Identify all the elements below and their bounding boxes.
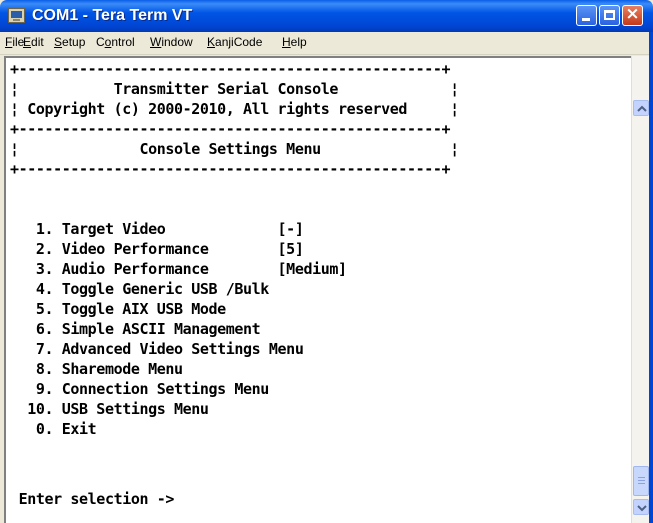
menu-kanjicode[interactable]: KanjiCode <box>207 35 262 49</box>
menu-control[interactable]: Control <box>96 35 135 49</box>
menu-option-target-video: 1. Target Video [-] <box>10 220 304 238</box>
maximize-button[interactable] <box>599 5 620 26</box>
menu-option-usb-settings: 10. USB Settings Menu <box>10 400 209 418</box>
maximize-icon <box>604 10 615 20</box>
menu-file[interactable]: File <box>5 35 24 49</box>
menu-option-exit: 0. Exit <box>10 420 97 438</box>
console-menu-title: ¦ Console Settings Menu ¦ <box>10 140 459 158</box>
menu-bar: File Edit Setup Control Window KanjiCode… <box>0 32 653 55</box>
menu-option-sharemode: 8. Sharemode Menu <box>10 360 183 378</box>
terminal-app-icon[interactable] <box>8 8 25 23</box>
thumb-grip-line <box>638 480 645 481</box>
menu-setup[interactable]: Setup <box>54 35 85 49</box>
console-title: ¦ Transmitter Serial Console ¦ <box>10 80 459 98</box>
menu-option-video-performance: 2. Video Performance [5] <box>10 240 304 258</box>
console-copyright: ¦ Copyright (c) 2000-2010, All rights re… <box>10 100 459 118</box>
scroll-down-button[interactable] <box>633 499 649 515</box>
vertical-scrollbar[interactable] <box>631 56 649 523</box>
window-frame-edge <box>649 32 653 523</box>
selection-prompt: Enter selection -> <box>10 490 175 508</box>
scroll-up-arrow-icon <box>637 105 647 112</box>
menu-option-ascii-management: 6. Simple ASCII Management <box>10 320 261 338</box>
menu-option-audio-performance: 3. Audio Performance [Medium] <box>10 260 347 278</box>
menu-option-toggle-aix-usb: 5. Toggle AIX USB Mode <box>10 300 226 318</box>
scrollbar-thumb[interactable] <box>633 466 649 496</box>
minimize-button[interactable] <box>576 5 597 26</box>
thumb-grip-line <box>638 483 645 484</box>
menu-option-toggle-usb-bulk: 4. Toggle Generic USB /Bulk <box>10 280 269 298</box>
scroll-down-arrow-icon <box>637 505 647 512</box>
teraterm-window: COM1 - Tera Term VT × File Edit Setup Co… <box>0 0 653 523</box>
minimize-icon <box>582 18 590 21</box>
window-title: COM1 - Tera Term VT <box>32 7 193 24</box>
menu-edit[interactable]: Edit <box>23 35 44 49</box>
close-button[interactable]: × <box>622 5 643 26</box>
console-border-bottom: +---------------------------------------… <box>10 160 451 178</box>
menu-option-connection-settings: 9. Connection Settings Menu <box>10 380 269 398</box>
close-icon: × <box>625 4 640 24</box>
terminal-screen[interactable]: +---------------------------------------… <box>4 56 631 523</box>
scroll-up-button[interactable] <box>633 100 649 116</box>
console-border-top: +---------------------------------------… <box>10 60 451 78</box>
menu-window[interactable]: Window <box>150 35 193 49</box>
thumb-grip-line <box>638 477 645 478</box>
console-border-mid: +---------------------------------------… <box>10 120 451 138</box>
menu-help[interactable]: Help <box>282 35 307 49</box>
menu-option-advanced-video: 7. Advanced Video Settings Menu <box>10 340 304 358</box>
title-bar[interactable]: COM1 - Tera Term VT × <box>0 0 653 32</box>
